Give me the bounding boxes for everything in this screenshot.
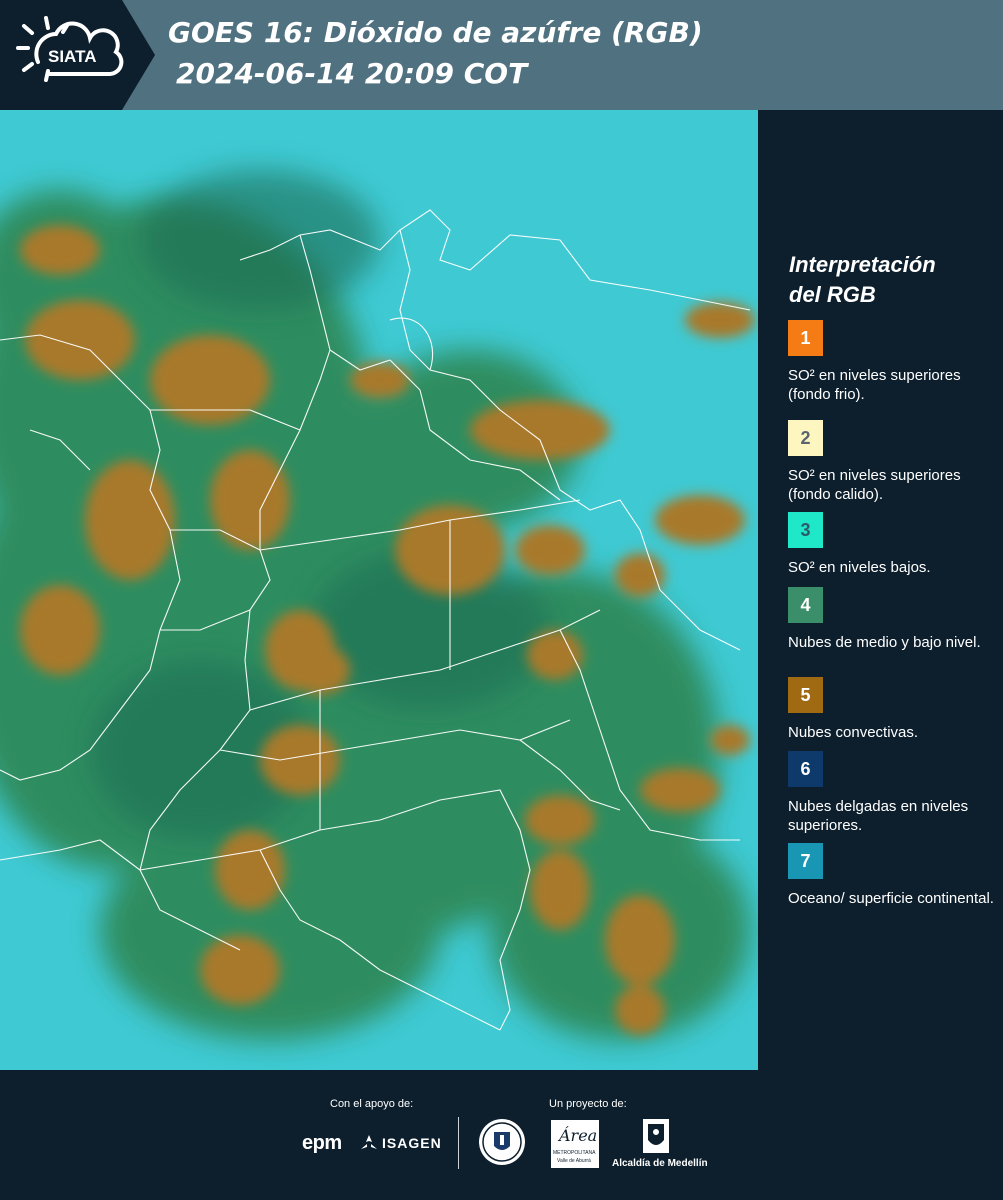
legend-number-3: 3 [800, 519, 811, 540]
legend-title: Interpretación del RGB [789, 250, 936, 310]
legend-swatch-1: 1 [788, 320, 823, 356]
sun-cloud-logo-icon: SIATA [16, 16, 124, 82]
alcaldia-text: Alcaldía de Medellín [612, 1158, 708, 1169]
legend-text-2: SO² en niveles superiores (fondo calido)… [788, 467, 961, 503]
page-title: GOES 16: Dióxido de azúfre (RGB) [168, 16, 703, 49]
isagen-text: ISAGEN [382, 1135, 442, 1151]
isagen-logo: ISAGEN [360, 1134, 442, 1152]
legend-text-4: Nubes de medio y bajo nivel. [788, 634, 981, 651]
legend-number-4: 4 [800, 594, 811, 615]
project-label: Un proyecto de: [549, 1098, 627, 1110]
isagen-mark-icon [361, 1135, 377, 1149]
legend-swatch-4: 4 [788, 587, 823, 623]
legend-text-6: Nubes delgadas en niveles superiores. [788, 798, 969, 834]
legend-text-7: Oceano/ superficie continental. [788, 890, 994, 907]
legend-title-line1: Interpretación [789, 252, 936, 277]
legend-swatch-6: 6 [788, 751, 823, 787]
legend-item-5: 5 Nubes convectivas. [788, 677, 998, 742]
legend-text-5: Nubes convectivas. [788, 724, 919, 741]
legend-swatch-7: 7 [788, 843, 823, 879]
legend-text-3: SO² en niveles bajos. [788, 559, 931, 576]
legend-number-2: 2 [800, 427, 811, 448]
legend-panel: Interpretación del RGB 1 SO² en niveles … [760, 110, 1003, 1070]
legend-item-6: 6 Nubes delgadas en niveles superiores. [788, 751, 998, 835]
footer-divider [458, 1117, 459, 1169]
page-timestamp: 2024-06-14 20:09 COT [176, 57, 528, 90]
legend-item-1: 1 SO² en niveles superiores (fondo frio)… [788, 320, 998, 404]
header-bar: SIATA GOES 16: Dióxido de azúfre (RGB) 2… [0, 0, 1003, 110]
legend-title-line2: del RGB [789, 282, 876, 307]
epm-logo: epm [302, 1132, 342, 1154]
support-label: Con el apoyo de: [330, 1098, 414, 1110]
legend-item-4: 4 Nubes de medio y bajo nivel. [788, 587, 998, 652]
rgb-satellite-image [0, 110, 758, 1070]
legend-number-6: 6 [800, 758, 811, 779]
legend-item-3: 3 SO² en niveles bajos. [788, 512, 998, 577]
legend-text-1: SO² en niveles superiores (fondo frio). [788, 367, 961, 403]
footer: Con el apoyo de: epm ISAGEN Un proyecto … [0, 1070, 1003, 1200]
amva-sub2: Valle de Aburrá [557, 1158, 591, 1164]
satellite-map [0, 110, 758, 1070]
amva-sub1: METROPOLITANA [553, 1150, 596, 1156]
legend-swatch-5: 5 [788, 677, 823, 713]
legend-number-7: 7 [800, 850, 811, 871]
legend-number-5: 5 [800, 684, 811, 705]
medellin-seal-icon [479, 1119, 525, 1165]
alcaldia-shield-icon [643, 1119, 669, 1153]
legend-swatch-2: 2 [788, 420, 823, 456]
amva-name: Área [559, 1126, 598, 1145]
legend-item-2: 2 SO² en niveles superiores (fondo calid… [788, 420, 998, 504]
amva-logo: Área METROPOLITANA Valle de Aburrá [551, 1120, 599, 1168]
legend-number-1: 1 [800, 327, 811, 348]
siata-logo: SIATA [0, 0, 155, 110]
legend-item-7: 7 Oceano/ superficie continental. [788, 843, 998, 908]
svg-text:SIATA: SIATA [48, 47, 96, 66]
legend-swatch-3: 3 [788, 512, 823, 548]
